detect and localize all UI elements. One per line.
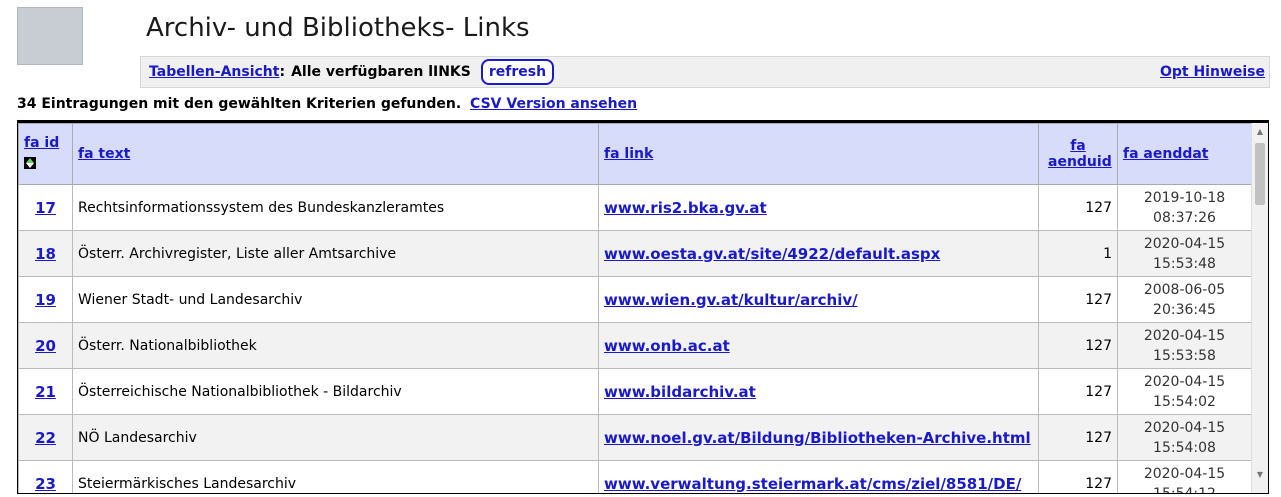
cell-date: 2008-06-05 20:36:45 [1117,276,1252,323]
cell-id: 19 [18,276,73,323]
cell-id: 18 [18,230,73,277]
column-header-date: fa aenddat [1117,123,1252,185]
column-header-id: fa id [18,123,73,185]
row-url-link[interactable]: www.onb.ac.at [604,337,730,355]
cell-id: 20 [18,322,73,369]
site-logo [17,7,83,65]
cell-link: www.bildarchiv.at [598,368,1039,415]
row-url-link[interactable]: www.oesta.gv.at/site/4922/default.aspx [604,245,940,263]
row-id-link[interactable]: 18 [35,245,56,263]
table-row: 21 Österreichische Nationalbibliothek - … [18,368,1252,415]
column-header-uid: fa aenduid [1038,123,1118,185]
opt-hints-link[interactable]: Opt Hinweise [1160,64,1265,80]
sort-fa-aenddat-link[interactable]: fa aenddat [1123,146,1209,162]
cell-link: www.ris2.bka.gv.at [598,184,1039,231]
cell-uid: 127 [1038,368,1118,415]
sort-fa-id-link[interactable]: fa id [24,135,59,151]
toolbar: Tabellen-Ansicht : Alle verfügbaren lINK… [140,56,1270,88]
row-url-link[interactable]: www.wien.gv.at/kultur/archiv/ [604,291,858,309]
table-row: 19 Wiener Stadt- und Landesarchiv www.wi… [18,276,1252,323]
cell-text: Steiermärkisches Landesarchiv [72,460,599,493]
date-part: 2020-04-15 [1143,373,1226,390]
column-header-link: fa link [598,123,1039,185]
cell-link: www.verwaltung.steiermark.at/cms/ziel/85… [598,460,1039,493]
table-row: 20 Österr. Nationalbibliothek www.onb.ac… [18,322,1252,369]
all-links-label: Alle verfügbaren lINKS [291,64,471,80]
row-id-link[interactable]: 17 [35,199,56,217]
date-part: 2020-04-15 [1143,419,1226,436]
cell-link: www.oesta.gv.at/site/4922/default.aspx [598,230,1039,277]
cell-uid: 127 [1038,460,1118,493]
row-id-link[interactable]: 19 [35,291,56,309]
row-id-link[interactable]: 22 [35,429,56,447]
cell-id: 23 [18,460,73,493]
results-table: fa id fa text fa link fa aenduid fa aend… [18,123,1252,494]
sort-fa-text-link[interactable]: fa text [78,146,130,162]
cell-text: Rechtsinformationssystem des Bundeskanzl… [72,184,599,231]
row-url-link[interactable]: www.noel.gv.at/Bildung/Bibliotheken-Arch… [604,429,1031,447]
scrollbar-thumb[interactable] [1255,143,1265,205]
cell-date: 2020-04-15 15:54:02 [1117,368,1252,415]
page-title: Archiv- und Bibliotheks- Links [146,13,530,43]
row-url-link[interactable]: www.ris2.bka.gv.at [604,199,767,217]
row-id-link[interactable]: 21 [35,383,56,401]
cell-id: 17 [18,184,73,231]
results-table-container: fa id fa text fa link fa aenduid fa aend… [17,120,1269,494]
sort-arrows-icon[interactable] [24,157,36,169]
cell-text: Österr. Nationalbibliothek [72,322,599,369]
row-url-link[interactable]: www.verwaltung.steiermark.at/cms/ziel/85… [604,475,1021,493]
colon-separator: : [279,64,286,80]
cell-text: Österreichische Nationalbibliothek - Bil… [72,368,599,415]
cell-link: www.noel.gv.at/Bildung/Bibliotheken-Arch… [598,414,1039,461]
cell-uid: 127 [1038,414,1118,461]
table-header-row: fa id fa text fa link fa aenduid fa aend… [18,123,1252,185]
time-part: 20:36:45 [1153,301,1216,318]
table-row: 18 Österr. Archivregister, Liste aller A… [18,230,1252,277]
cell-text: NÖ Landesarchiv [72,414,599,461]
cell-text: Wiener Stadt- und Landesarchiv [72,276,599,323]
table-row: 22 NÖ Landesarchiv www.noel.gv.at/Bildun… [18,414,1252,461]
cell-id: 21 [18,368,73,415]
table-view-link[interactable]: Tabellen-Ansicht [149,64,279,80]
table-row: 23 Steiermärkisches Landesarchiv www.ver… [18,460,1252,494]
column-header-text: fa text [72,123,599,185]
time-part: 15:53:48 [1153,255,1216,272]
time-part: 15:54:08 [1153,439,1216,456]
time-part: 15:54:12 [1153,485,1216,494]
table-scrollbar[interactable]: ▲ ▼ [1251,123,1268,493]
row-id-link[interactable]: 23 [35,475,56,493]
date-part: 2020-04-15 [1143,235,1226,252]
cell-text: Österr. Archivregister, Liste aller Amts… [72,230,599,277]
time-part: 08:37:26 [1153,209,1216,226]
cell-id: 22 [18,414,73,461]
results-summary: 34 Eintragungen mit den gewählten Kriter… [17,96,637,112]
cell-uid: 127 [1038,184,1118,231]
row-url-link[interactable]: www.bildarchiv.at [604,383,756,401]
cell-uid: 1 [1038,230,1118,277]
table-row: 17 Rechtsinformationssystem des Bundeska… [18,184,1252,231]
date-part: 2020-04-15 [1143,327,1226,344]
time-part: 15:54:02 [1153,393,1216,410]
cell-link: www.onb.ac.at [598,322,1039,369]
date-part: 2019-10-18 [1143,189,1226,206]
cell-date: 2020-04-15 15:54:12 [1117,460,1252,494]
csv-version-link[interactable]: CSV Version ansehen [470,96,637,112]
cell-date: 2020-04-15 15:53:58 [1117,322,1252,369]
found-count-text: 34 Eintragungen mit den gewählten Kriter… [17,96,462,112]
time-part: 15:53:58 [1153,347,1216,364]
cell-link: www.wien.gv.at/kultur/archiv/ [598,276,1039,323]
date-part: 2020-04-15 [1143,465,1226,482]
date-part: 2008-06-05 [1143,281,1226,298]
cell-uid: 127 [1038,276,1118,323]
cell-date: 2020-04-15 15:54:08 [1117,414,1252,461]
row-id-link[interactable]: 20 [35,337,56,355]
cell-uid: 127 [1038,322,1118,369]
cell-date: 2019-10-18 08:37:26 [1117,184,1252,231]
refresh-button[interactable]: refresh [480,59,555,85]
sort-fa-aenduid-link[interactable]: fa aenduid [1048,138,1112,170]
scroll-down-arrow-icon[interactable]: ▼ [1252,466,1268,483]
sort-fa-link-link[interactable]: fa link [604,146,653,162]
cell-date: 2020-04-15 15:53:48 [1117,230,1252,277]
scroll-up-arrow-icon[interactable]: ▲ [1252,123,1268,140]
